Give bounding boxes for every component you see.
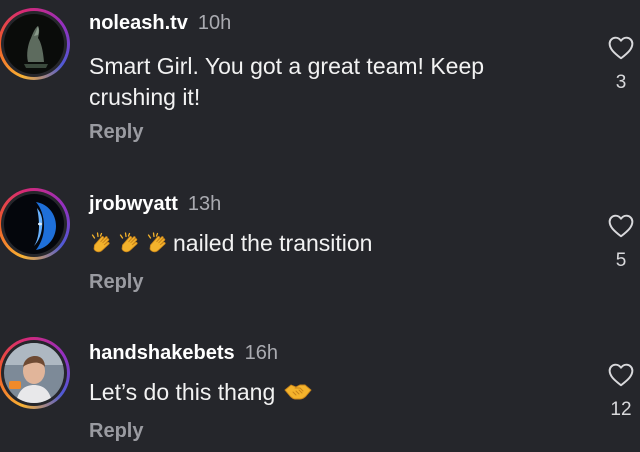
- comment-timestamp: 16h: [244, 342, 278, 364]
- like-count: 5: [615, 250, 627, 271]
- username-label[interactable]: handshakebets: [89, 342, 235, 364]
- clapping-hands-emoji: [145, 231, 172, 263]
- reply-button[interactable]: Reply: [89, 271, 143, 294]
- avatar-image: [4, 14, 64, 74]
- comment-text: Let’s do this thang: [89, 377, 559, 411]
- like-control[interactable]: 12: [604, 363, 638, 421]
- comment-text-body: Let’s do this thang: [89, 379, 276, 405]
- reply-button[interactable]: Reply: [89, 121, 143, 144]
- avatar-image: [4, 343, 64, 403]
- heart-icon[interactable]: [608, 363, 634, 387]
- username-label[interactable]: noleash.tv: [89, 12, 188, 34]
- like-control[interactable]: 3: [604, 36, 638, 94]
- story-ring[interactable]: [0, 337, 70, 409]
- handshake-emoji: [284, 380, 312, 411]
- username-label[interactable]: jrobwyatt: [89, 193, 178, 215]
- avatar[interactable]: [4, 14, 64, 74]
- avatar[interactable]: [4, 194, 64, 254]
- clapping-hands-emoji: [89, 231, 116, 263]
- comment-timestamp: 10h: [197, 12, 232, 34]
- comment-item: jrobwyatt 13h nailed the transition Reply…: [0, 150, 640, 300]
- comment-username[interactable]: handshakebets 16h: [89, 342, 278, 365]
- comment-timestamp: 13h: [187, 193, 222, 215]
- comment-username[interactable]: jrobwyatt 13h: [89, 193, 221, 216]
- like-count: 12: [610, 399, 632, 420]
- comment-username[interactable]: noleash.tv 10h: [89, 12, 231, 35]
- story-ring[interactable]: [0, 188, 70, 260]
- avatar[interactable]: [4, 343, 64, 403]
- like-control[interactable]: 5: [604, 214, 638, 272]
- heart-icon[interactable]: [608, 36, 634, 60]
- story-ring[interactable]: [0, 8, 70, 80]
- comment-text-body: nailed the transition: [173, 230, 373, 256]
- heart-icon[interactable]: [608, 214, 634, 238]
- clapping-hands-emoji: [117, 231, 144, 263]
- reply-button[interactable]: Reply: [89, 420, 143, 443]
- comment-item: noleash.tv 10h Smart Girl. You got a grea…: [0, 0, 640, 150]
- comment-text: nailed the transition: [89, 228, 559, 263]
- comment-text: Smart Girl. You got a great team! Keep c…: [89, 53, 485, 110]
- avatar-image: [4, 194, 64, 254]
- like-count: 3: [615, 72, 627, 93]
- comment-item: handshakebets 16h Let’s do this thang Rep…: [0, 300, 640, 450]
